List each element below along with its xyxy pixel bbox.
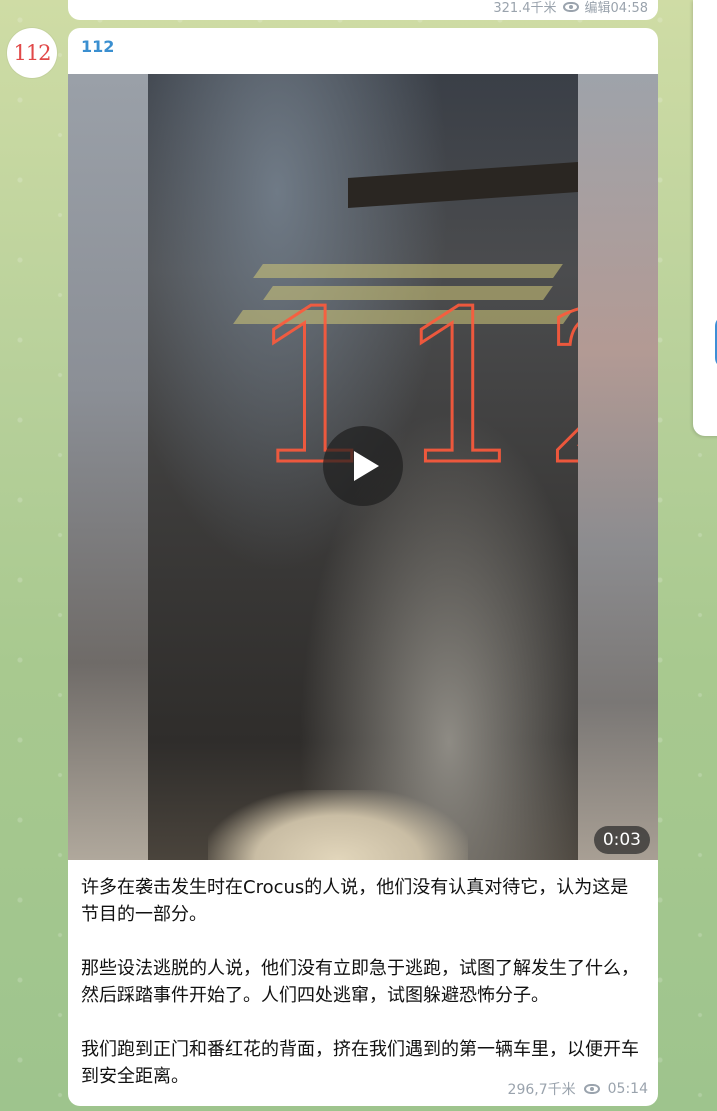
- previous-message-meta: 321.4千米 编辑04:58: [493, 0, 648, 16]
- video-light-patch: [208, 790, 468, 860]
- video-blur-right: [578, 74, 658, 860]
- play-icon: [353, 451, 379, 481]
- video-blur-left: [68, 74, 148, 860]
- message-time: 05:14: [607, 1081, 648, 1097]
- avatar-text: 112: [13, 41, 51, 65]
- previous-message-bubble[interactable]: 321.4千米 编辑04:58: [68, 0, 658, 20]
- video-attachment[interactable]: 112 0:03: [68, 74, 658, 860]
- sender-name[interactable]: 112: [81, 37, 114, 56]
- channel-avatar[interactable]: 112: [7, 28, 57, 78]
- side-panel: [693, 0, 717, 436]
- video-curb: [348, 161, 578, 209]
- message-bubble[interactable]: 112 112 0:03 许多在袭击发生时在Crocus的人说，他们没有认真对待…: [68, 28, 658, 1106]
- play-button[interactable]: [323, 426, 403, 506]
- eye-icon: [583, 1084, 600, 1094]
- previous-edited-time: 编辑04:58: [584, 1, 648, 16]
- previous-views-count: 321.4千米: [493, 1, 557, 16]
- views-count: 296,7千米: [507, 1082, 576, 1098]
- video-duration-badge: 0:03: [593, 826, 650, 854]
- message-paragraph: 许多在袭击发生时在Crocus的人说，他们没有认真对待它，认为这是节目的一部分。: [81, 877, 629, 925]
- message-text: 许多在袭击发生时在Crocus的人说，他们没有认真对待它，认为这是节目的一部分。…: [81, 874, 641, 1090]
- message-meta: 296,7千米 05:14: [508, 1079, 648, 1099]
- message-paragraph: 那些设法逃脱的人说，他们没有立即急于逃跑，试图了解发生了什么，然后踩踏事件开始了…: [81, 958, 639, 1006]
- eye-icon: [562, 1, 579, 12]
